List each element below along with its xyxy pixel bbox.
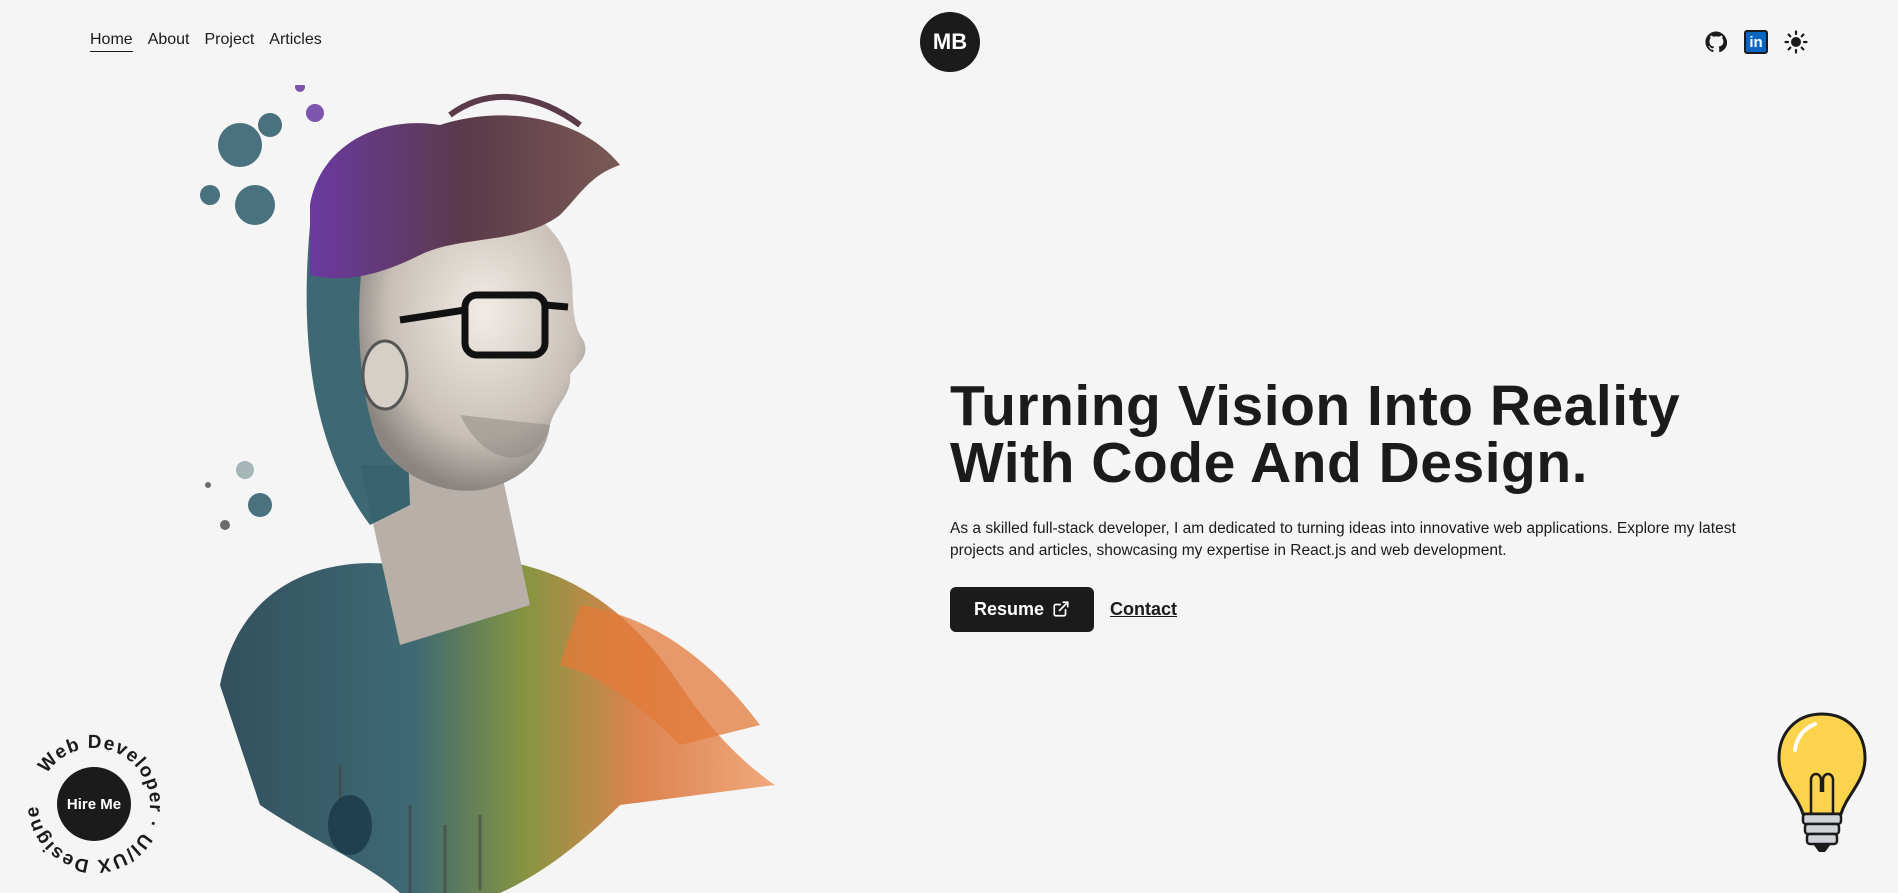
- main-nav: Home About Project Articles: [90, 31, 322, 52]
- hero-section: Turning Vision Into Reality With Code An…: [950, 378, 1800, 632]
- nav-link-articles[interactable]: Articles: [269, 31, 321, 52]
- hero-actions: Resume Contact: [950, 586, 1800, 632]
- hero-description: As a skilled full-stack developer, I am …: [950, 520, 1736, 560]
- lightbulb-icon: [1777, 712, 1867, 852]
- nav-link-project[interactable]: Project: [205, 31, 255, 52]
- hire-me-badge: Web Developer · UI/UX Designer · Hire Me: [16, 714, 168, 878]
- nav-link-about[interactable]: About: [148, 31, 190, 52]
- external-link-icon: [1053, 601, 1069, 618]
- github-icon[interactable]: [1704, 30, 1728, 54]
- profile-portrait-illustration: [200, 85, 775, 893]
- linkedin-label: in: [1744, 30, 1768, 54]
- sun-icon[interactable]: [1784, 30, 1808, 54]
- hero-title: Turning Vision Into Reality With Code An…: [950, 378, 1800, 492]
- logo[interactable]: MB: [920, 12, 980, 72]
- hire-me-button[interactable]: Hire Me: [57, 767, 131, 841]
- hero-title-line-1: Turning Vision Into Reality: [950, 374, 1681, 438]
- hero-title-line-2: With Code And Design.: [950, 431, 1589, 495]
- social-links: in: [1704, 30, 1808, 54]
- resume-label: Resume: [974, 598, 1045, 619]
- nav-link-home[interactable]: Home: [90, 31, 133, 52]
- linkedin-icon[interactable]: in: [1744, 30, 1768, 54]
- resume-button[interactable]: Resume: [950, 586, 1095, 632]
- contact-link[interactable]: Contact: [1110, 599, 1177, 620]
